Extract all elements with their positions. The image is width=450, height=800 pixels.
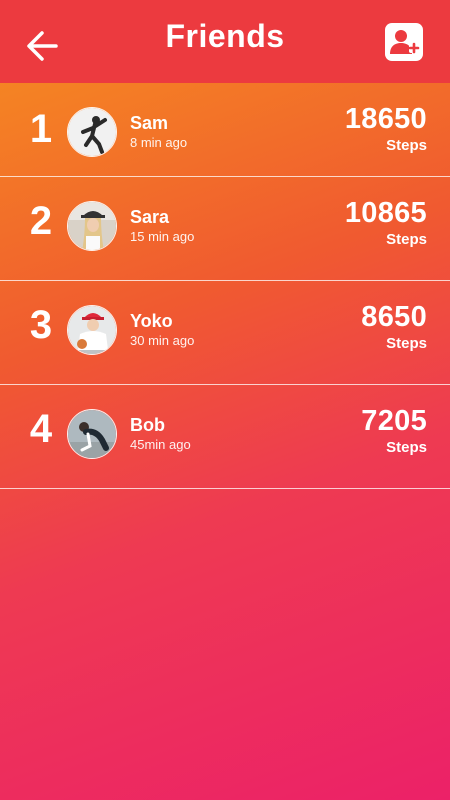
list-item[interactable]: 1 Sam 8 min ago 18650 Steps xyxy=(0,83,450,177)
steps-label: Steps xyxy=(386,335,427,352)
page-title: Friends xyxy=(165,18,285,54)
friend-name: Sam xyxy=(130,113,169,133)
steps-count: 18650 xyxy=(344,103,427,135)
steps-label: Steps xyxy=(386,439,427,456)
rank-number: 4 xyxy=(29,407,53,451)
friend-name: Yoko xyxy=(130,311,173,331)
steps-count: 8650 xyxy=(361,301,427,333)
friends-list: 1 Sam 8 min ago 18650 Steps 2 Sara 15 mi… xyxy=(0,83,450,489)
last-active-time: 15 min ago xyxy=(130,229,195,244)
avatar xyxy=(67,201,117,251)
list-item[interactable]: 3 Yoko 30 min ago 8650 Steps xyxy=(0,281,450,385)
last-active-time: 30 min ago xyxy=(130,333,195,348)
last-active-time: 45min ago xyxy=(130,437,191,452)
steps-count: 10865 xyxy=(344,197,427,229)
steps-count: 7205 xyxy=(361,405,427,437)
add-user-icon xyxy=(390,30,420,54)
rank-number: 3 xyxy=(29,303,53,347)
rank-number: 2 xyxy=(29,199,53,243)
avatar xyxy=(67,409,117,459)
list-item[interactable]: 4 Bob 45min ago 7205 Steps xyxy=(0,385,450,489)
steps-label: Steps xyxy=(386,231,427,248)
last-active-time: 8 min ago xyxy=(130,135,188,150)
list-item[interactable]: 2 Sara 15 min ago 10865 Steps xyxy=(0,177,450,281)
rank-number: 1 xyxy=(29,107,53,151)
avatar xyxy=(67,305,117,355)
friend-name: Bob xyxy=(130,415,165,435)
friend-name: Sara xyxy=(130,207,170,227)
app-header: Friends xyxy=(0,0,450,83)
add-friend-button[interactable] xyxy=(385,23,423,61)
steps-label: Steps xyxy=(386,137,427,154)
avatar xyxy=(67,107,117,157)
